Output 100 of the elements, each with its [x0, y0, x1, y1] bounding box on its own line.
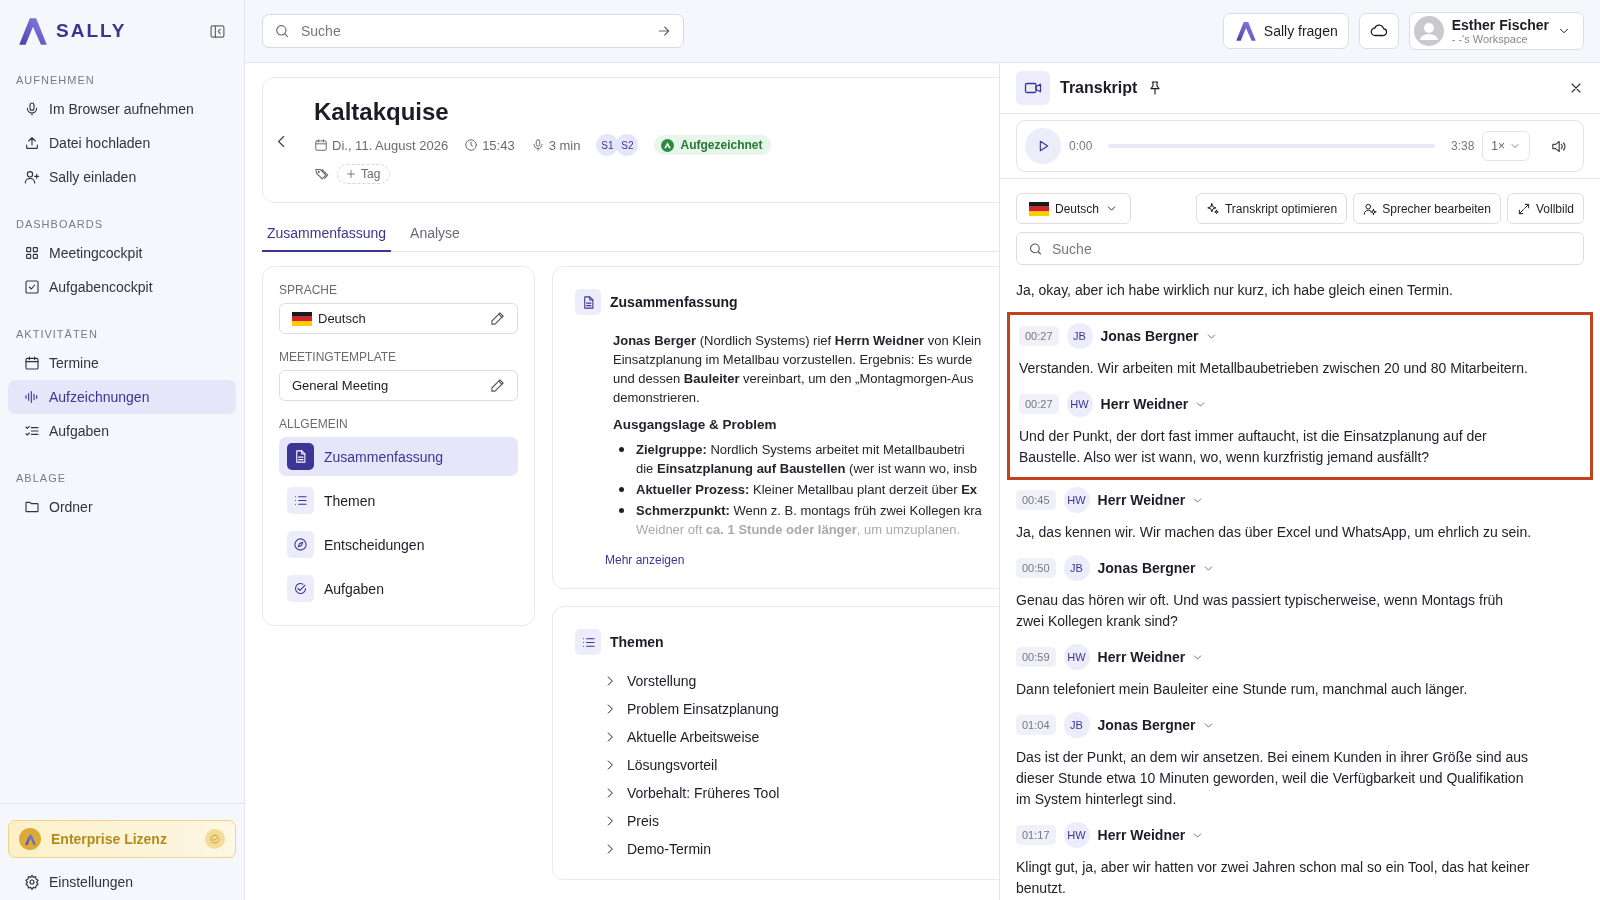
transcript-text: Ja, okay, aber ich habe wirklich nur kurz, ich habe gleich einen Termin.: [1016, 281, 1454, 300]
flag-icon: [1029, 201, 1049, 216]
brand-name: SALLY: [56, 20, 127, 42]
transcript-search-field[interactable]: Suche: [1016, 232, 1584, 265]
speaker-avatar: JB: [1063, 555, 1090, 581]
calendar-icon: [24, 355, 40, 371]
speaker-dropdown[interactable]: Herr Weidner: [1097, 649, 1205, 665]
timestamp[interactable]: 00:27: [1019, 326, 1059, 346]
speaker-dropdown[interactable]: Herr Weidner: [1097, 827, 1205, 843]
speaker-dropdown[interactable]: Jonas Bergner: [1097, 717, 1215, 733]
card-title: Themen: [610, 634, 664, 650]
plus-icon: [345, 168, 357, 180]
transcript-text: Verstanden. Wir arbeiten mit Metallbaubetrieben zwischen 20 und 80 Mitarbeitern.: [1019, 359, 1529, 378]
template-field[interactable]: General Meeting: [279, 370, 518, 401]
tab[interactable]: Zusammenfassung: [262, 219, 392, 252]
section-heading: ALLGEMEIN: [279, 417, 349, 431]
summary-paragraph: Jonas Berger (Nordlich Systems) rief Herrn Weidner von Klein Einsatzplanung im Metallbau vorzustellen. Ergebnis: Es wurde und dessen Bauleiter vereinbart, um den „Montagmorgen-Aus demonstrieren.: [613, 332, 983, 407]
microphone-icon: [530, 138, 545, 152]
sidebar-item[interactable]: Ordner: [8, 490, 236, 524]
section-heading: ABLAGE: [15, 472, 68, 484]
grid-icon: [24, 245, 40, 261]
speaker-dropdown[interactable]: Herr Weidner: [1100, 396, 1208, 412]
checkbox-icon: [24, 279, 40, 295]
topic-item[interactable]: Vorstellung: [603, 671, 999, 691]
sidebar-item[interactable]: Aufzeichnungen: [8, 380, 236, 414]
sidebar-item[interactable]: Meetingcockpit: [8, 236, 236, 270]
cloud-button[interactable]: [1358, 13, 1399, 49]
ask-sally-button[interactable]: Sally fragen: [1222, 13, 1349, 49]
sidebar-item[interactable]: Sally einladen: [8, 160, 236, 194]
section-heading: DASHBOARDS: [15, 218, 105, 230]
show-more-link[interactable]: Mehr anzeigen: [605, 553, 685, 567]
speaker-avatar: HW: [1063, 822, 1090, 848]
bullet-icon: [619, 508, 624, 513]
language-select[interactable]: Deutsch: [1016, 193, 1132, 224]
field-label: MEETINGTEMPLATE: [279, 350, 398, 364]
speaker-dropdown[interactable]: Jonas Bergner: [1097, 560, 1215, 576]
speaker-dropdown[interactable]: Herr Weidner: [1097, 492, 1205, 508]
transcript-text: Genau das hören wir oft. Und was passiert typischerweise, wenn Montags früh zwei Kollegen krank sind?: [1016, 591, 1505, 631]
topic-item[interactable]: Problem Einsatzplanung: [603, 699, 999, 719]
timestamp[interactable]: 01:04: [1016, 715, 1056, 735]
transcript-text: Dann telefoniert mein Bauleiter eine Stunde rum, manchmal auch länger.: [1016, 680, 1469, 699]
card-title: Zusammenfassung: [610, 294, 738, 310]
pencil-icon: [490, 378, 505, 393]
settings-item[interactable]: Einstellungen: [8, 870, 236, 894]
play-button[interactable]: [1025, 128, 1061, 164]
sidebar-item[interactable]: Aufgabencockpit: [8, 270, 236, 304]
search-field[interactable]: Suche: [262, 14, 684, 48]
status-badge: Aufgezeichnet: [654, 135, 772, 155]
user-menu[interactable]: Esther Fischer - -'s Workspace: [1408, 12, 1584, 50]
transcript-text: Das ist der Punkt, an dem wir ansetzen. Bei einem Kunden in ihrer Größe sind aus dieser Stunde etwa 10 Minuten geworden, weil die Verfügbarkeit und Qualifikation im System hinterlegt sind.: [1016, 748, 1530, 809]
sidebar-item[interactable]: Termine: [8, 346, 236, 380]
meeting-time: 15:43: [482, 137, 515, 153]
topic-item[interactable]: Lösungsvorteil: [603, 755, 999, 775]
language-field[interactable]: Deutsch: [279, 303, 518, 334]
tab[interactable]: Analyse: [405, 219, 465, 252]
bullet-text: Zielgruppe: Nordlich Systems arbeitet mit Metallbaubetri die Einsatzplanung auf Baustellen (wer ist wann wo, insb: [636, 441, 977, 478]
speaker-avatar: S2: [616, 134, 639, 156]
bullet-icon: [619, 447, 624, 452]
field-label: SPRACHE: [279, 283, 338, 297]
user-gear-icon: [1363, 201, 1378, 216]
section-nav-item[interactable]: Aufgaben: [279, 569, 518, 608]
avatar-icon: [1413, 16, 1444, 46]
sidebar-item[interactable]: Datei hochladen: [8, 126, 236, 160]
topic-item[interactable]: Vorbehalt: Früheres Tool: [603, 783, 999, 803]
speaker-avatar: HW: [1063, 644, 1090, 670]
topic-item[interactable]: Preis: [603, 811, 999, 831]
timestamp[interactable]: 01:17: [1016, 825, 1056, 845]
folder-icon: [24, 499, 40, 515]
toolbar-button[interactable]: Vollbild: [1506, 193, 1584, 224]
settings-icon: [24, 874, 40, 890]
waveform-icon: [24, 389, 40, 405]
status-icon: [661, 138, 675, 152]
arrow-right-icon: [656, 23, 672, 39]
speaker-avatar: HW: [1063, 487, 1090, 513]
toolbar-button[interactable]: Transkript optimieren: [1195, 193, 1348, 224]
clock-icon: [464, 138, 479, 152]
topic-item[interactable]: Demo-Termin: [603, 839, 999, 859]
check-circle-icon: [293, 581, 308, 596]
speaker-avatar: HW: [1066, 391, 1093, 417]
logo-icon: [23, 832, 37, 846]
toolbar-button[interactable]: Sprecher bearbeiten: [1353, 193, 1501, 224]
timestamp[interactable]: 00:59: [1016, 647, 1056, 667]
tag-icon: [314, 166, 329, 182]
speaker-avatar: JB: [1066, 323, 1093, 349]
sidebar-item[interactable]: Aufgaben: [8, 414, 236, 448]
total-time: 3:38: [1450, 139, 1475, 153]
sidebar-item[interactable]: Im Browser aufnehmen: [8, 92, 236, 126]
bullet-text: Aktueller Prozess: Kleiner Metallbau plant derzeit über Ex: [636, 481, 978, 499]
speed-select[interactable]: 1×: [1482, 131, 1530, 161]
meeting-title: Kaltakquise: [314, 98, 450, 126]
add-user-icon: [24, 169, 40, 185]
timestamp[interactable]: 00:50: [1016, 558, 1056, 578]
timestamp[interactable]: 00:45: [1016, 490, 1056, 510]
topic-item[interactable]: Aktuelle Arbeitsweise: [603, 727, 999, 747]
section-nav-item[interactable]: Zusammenfassung: [279, 437, 518, 476]
compass-icon: [293, 537, 308, 552]
section-nav-item[interactable]: Themen: [279, 481, 518, 520]
speaker-dropdown[interactable]: Jonas Bergner: [1100, 328, 1218, 344]
section-nav-item[interactable]: Entscheidungen: [279, 525, 518, 564]
timestamp[interactable]: 00:27: [1019, 394, 1059, 414]
